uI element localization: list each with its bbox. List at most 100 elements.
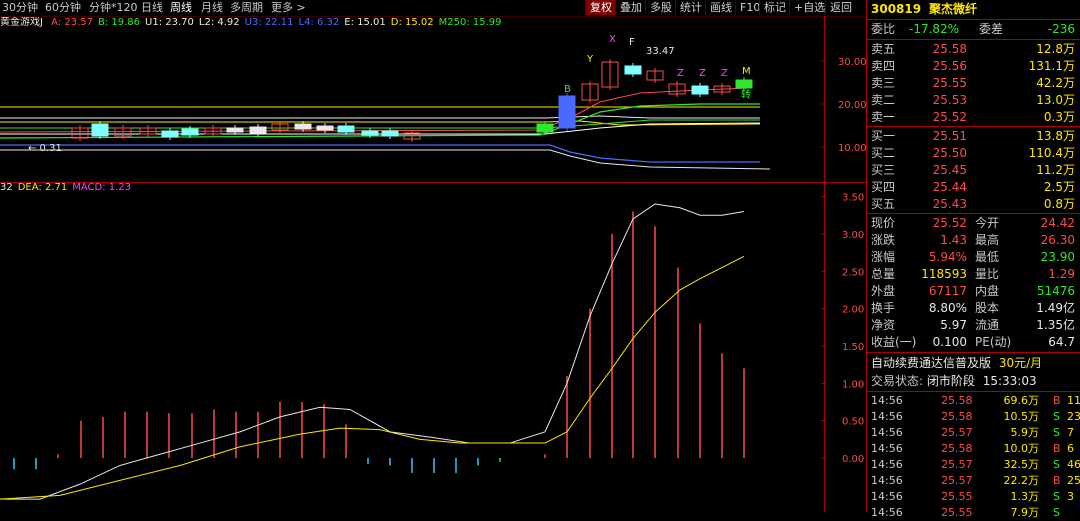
trade-volume: 7.9万 <box>1010 506 1040 519</box>
macd-axis-label: 2.00 <box>842 305 864 316</box>
trade-count: 6 <box>1067 442 1074 455</box>
quote-label: 最高 <box>975 233 1000 247</box>
candle <box>735 79 753 89</box>
price-axis-label: 30.00 <box>838 57 866 68</box>
quote-value: 0.100 <box>932 335 967 349</box>
buy-price: 25.45 <box>932 163 967 177</box>
candle <box>536 123 554 133</box>
sell-row-1[interactable]: 卖四 25.56 131.1万 <box>871 58 1077 75</box>
quote-value: 26.30 <box>1040 233 1075 247</box>
quote-value: 67117 <box>928 284 967 298</box>
trade-price: 25.57 <box>941 426 973 439</box>
quote-value: 118593 <box>921 267 967 281</box>
trade-time: 14:56 <box>871 506 903 519</box>
quote-label: 量比 <box>975 267 1000 281</box>
quote-label: 净资 <box>871 318 896 332</box>
trade-row: 14:56 25.55 1.3万 S 3 <box>871 489 1077 505</box>
quote-label: 流通 <box>975 318 1000 332</box>
signal-letter: Y <box>586 54 594 65</box>
candle <box>381 130 399 137</box>
stock-code: 300819 <box>871 2 922 16</box>
trade-side: S <box>1053 426 1060 439</box>
buy-row-2[interactable]: 买三 25.45 11.2万 <box>871 162 1077 179</box>
quote-row-7: 收益(一) 0.100 PE(动) 64.7 <box>871 334 1077 351</box>
buy-row-3[interactable]: 买四 25.44 2.5万 <box>871 179 1077 196</box>
quote-label: PE(动) <box>975 335 1012 349</box>
macd-legend-item-1: DEA: 2.71 <box>17 182 68 193</box>
sell-price: 25.53 <box>932 93 967 107</box>
quote-row-5: 换手 8.80% 股本 1.49亿 <box>871 300 1077 317</box>
sell-price: 25.52 <box>932 110 967 124</box>
promo-banner[interactable]: 自动续费通达信普及版 30元/月 <box>871 355 1042 372</box>
trade-price: 25.57 <box>941 474 973 487</box>
quote-label: 涨幅 <box>871 250 896 264</box>
trade-volume: 69.6万 <box>1003 394 1040 407</box>
quote-row-0: 现价 25.52 今开 24.42 <box>871 215 1077 232</box>
macd-axis-label: 1.50 <box>842 342 864 353</box>
trade-time: 14:56 <box>871 442 903 455</box>
trade-time: 14:56 <box>871 410 903 423</box>
sell-label: 卖二 <box>871 93 896 107</box>
trade-volume: 1.3万 <box>1010 490 1040 503</box>
trade-count: 3 <box>1067 490 1074 503</box>
sell-row-3[interactable]: 卖二 25.53 13.0万 <box>871 92 1077 109</box>
signal-letter: M <box>742 66 751 77</box>
quote-label: 涨跌 <box>871 233 896 247</box>
trade-price: 25.57 <box>941 458 973 471</box>
sell-volume: 42.2万 <box>1036 76 1075 90</box>
trade-volume: 22.2万 <box>1003 474 1040 487</box>
quote-row-3: 总量 118593 量比 1.29 <box>871 266 1077 283</box>
order-ratio-value: -17.82% <box>909 22 960 36</box>
buy-row-0[interactable]: 买一 25.51 13.8万 <box>871 128 1077 145</box>
quote-label: 最低 <box>975 250 1000 264</box>
candle <box>361 130 379 136</box>
quote-value: 64.7 <box>1048 335 1075 349</box>
candle <box>691 85 709 95</box>
quote-value: 1.43 <box>940 233 967 247</box>
quote-label: 总量 <box>871 267 896 281</box>
trade-volume: 10.5万 <box>1003 410 1040 423</box>
trade-volume: 10.0万 <box>1003 442 1040 455</box>
trade-time: 14:56 <box>871 474 903 487</box>
sell-row-0[interactable]: 卖五 25.58 12.8万 <box>871 41 1077 58</box>
sell-row-2[interactable]: 卖三 25.55 42.2万 <box>871 75 1077 92</box>
macd-legend-item-0: 32 <box>0 182 13 193</box>
sell-row-4[interactable]: 卖一 25.52 0.3万 <box>871 109 1077 126</box>
buy-row-1[interactable]: 买二 25.50 110.4万 <box>871 145 1077 162</box>
sell-volume: 12.8万 <box>1036 42 1075 56</box>
buy-label: 买一 <box>871 129 896 143</box>
order-ratio-row: 委比 -17.82% 委差 -236 <box>871 22 1075 36</box>
buy-label: 买二 <box>871 146 896 160</box>
trade-count: 23 <box>1067 410 1080 423</box>
u1-line <box>0 115 760 119</box>
stock-name: 聚杰微纤 <box>928 2 977 16</box>
buy-label: 买五 <box>871 197 896 211</box>
buy-volume: 11.2万 <box>1036 163 1075 177</box>
sell-label: 卖四 <box>871 59 896 73</box>
quote-value: 24.42 <box>1040 216 1075 230</box>
trade-time: 14:56 <box>871 490 903 503</box>
buy-label: 买三 <box>871 163 896 177</box>
buy-price: 25.44 <box>932 180 967 194</box>
candle <box>181 128 199 136</box>
kline-chart[interactable]: 30.00 20.00 10.00 3.50 3.00 2.50 2.00 1.50 1.00 0… <box>0 0 866 512</box>
quote-value: 5.94% <box>928 250 967 264</box>
trade-price: 25.58 <box>941 410 973 423</box>
macd-axis-label: 1.00 <box>842 379 864 390</box>
trade-side: B <box>1053 394 1061 407</box>
buy-row-4[interactable]: 买五 25.43 0.8万 <box>871 196 1077 213</box>
b-line <box>0 103 760 139</box>
sell-label: 卖一 <box>871 110 896 124</box>
candle <box>337 125 355 133</box>
trade-count: 46 <box>1067 458 1080 471</box>
signal-letter: 转 <box>741 88 751 101</box>
trade-row: 14:56 25.58 10.0万 B 6 <box>871 441 1077 457</box>
macd-legend-item-2: MACD: 1.23 <box>72 182 132 193</box>
trade-price: 25.55 <box>941 490 973 503</box>
quote-value: 1.29 <box>1048 267 1075 281</box>
sell-price: 25.56 <box>932 59 967 73</box>
signal-letter: F <box>629 37 635 48</box>
macd-axis-label: 2.50 <box>842 267 864 278</box>
candle <box>161 130 179 138</box>
buy-volume: 2.5万 <box>1043 180 1075 194</box>
